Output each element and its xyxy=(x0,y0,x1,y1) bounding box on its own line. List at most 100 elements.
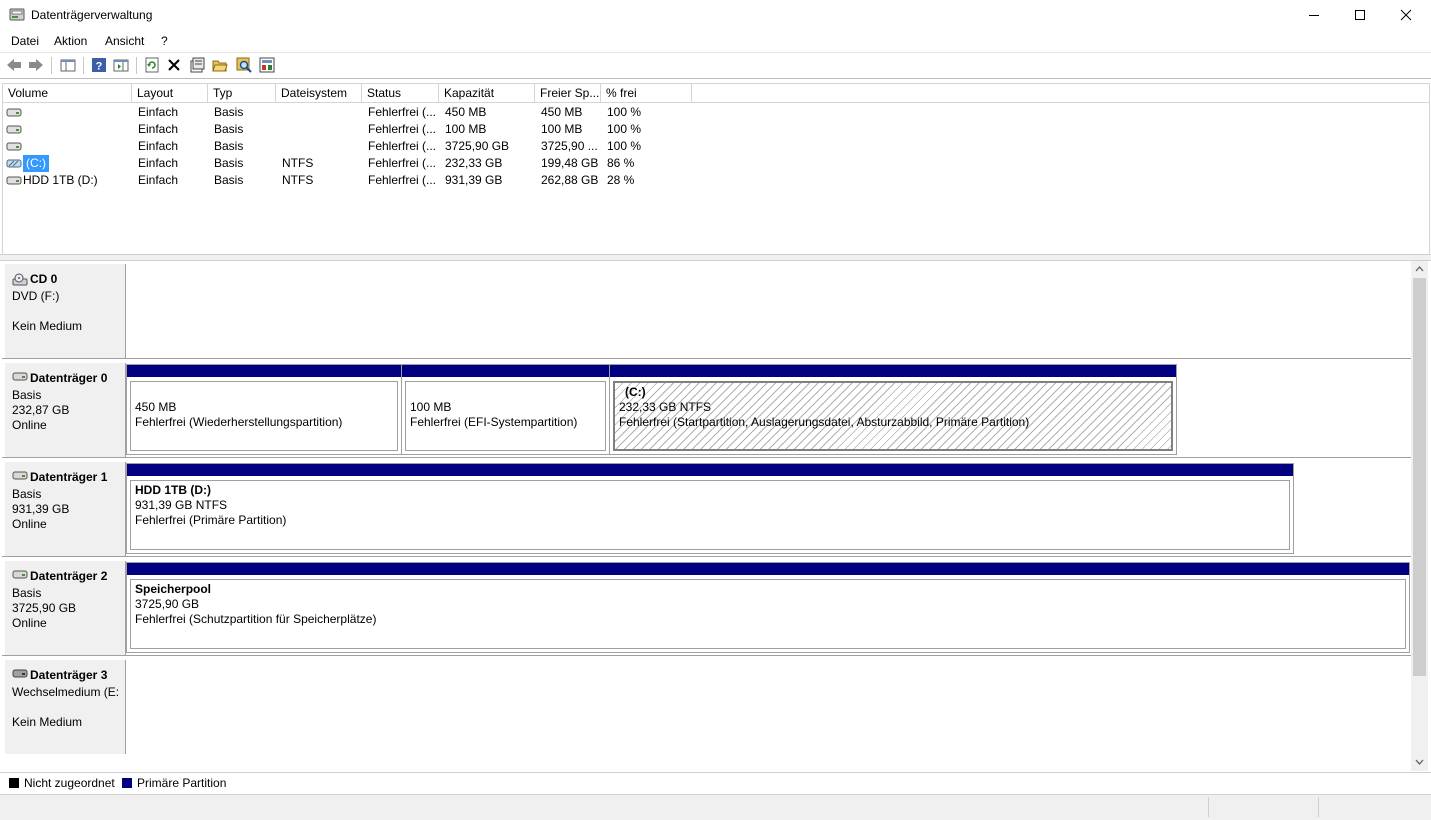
menu-help[interactable]: ? xyxy=(161,34,168,48)
legend-label-primary: Primäre Partition xyxy=(137,776,227,790)
maximize-button[interactable] xyxy=(1337,0,1383,30)
settings-button[interactable] xyxy=(258,56,276,74)
disk-label-disk3[interactable]: Datenträger 3 Wechselmedium (E: Kein Med… xyxy=(5,660,126,754)
svg-text:?: ? xyxy=(96,61,103,73)
show-hide-action-pane-icon xyxy=(113,59,129,72)
partition-recovery[interactable]: 450 MB Fehlerfrei (Wiederherstellungspar… xyxy=(127,365,402,454)
disk-status: Online xyxy=(12,418,47,432)
partition-size: 3725,90 GB xyxy=(135,597,200,611)
removable-disk-icon xyxy=(12,669,28,678)
cell-dateisystem: NTFS xyxy=(282,173,314,187)
back-button[interactable] xyxy=(5,56,23,74)
minimize-icon xyxy=(1309,15,1319,16)
cell-prozent-frei: 100 % xyxy=(607,139,642,153)
table-row[interactable]: (C:) Einfach Basis NTFS Fehlerfrei (... … xyxy=(3,155,1429,172)
back-icon xyxy=(7,59,21,71)
volume-icon xyxy=(6,108,22,117)
hard-disk-icon xyxy=(12,471,28,480)
cell-typ: Basis xyxy=(214,105,244,119)
cell-status: Fehlerfrei (... xyxy=(368,122,437,136)
refresh-button[interactable] xyxy=(143,56,161,74)
disk-label-disk1[interactable]: Datenträger 1 Basis 931,39 GB Online xyxy=(5,462,126,556)
table-row[interactable]: Einfach Basis Fehlerfrei (... 100 MB 100… xyxy=(3,121,1429,138)
help-button[interactable]: ? xyxy=(90,56,108,74)
partition-d[interactable]: HDD 1TB (D:) 931,39 GB NTFS Fehlerfrei (… xyxy=(127,464,1293,553)
forward-button[interactable] xyxy=(27,56,45,74)
column-header-prozent-frei[interactable]: % frei xyxy=(601,84,692,102)
column-header-dateisystem[interactable]: Dateisystem xyxy=(276,84,362,102)
disk-name: CD 0 xyxy=(30,272,58,286)
legend: Nicht zugeordnet Primäre Partition xyxy=(0,772,1431,793)
scroll-up-arrow-icon[interactable] xyxy=(1415,265,1424,272)
cell-volume: HDD 1TB (D:) xyxy=(23,173,98,187)
partition-strip: 450 MB Fehlerfrei (Wiederherstellungspar… xyxy=(126,364,1177,455)
table-row[interactable]: Einfach Basis Fehlerfrei (... 3725,90 GB… xyxy=(3,138,1429,155)
disk-size: 931,39 GB xyxy=(12,502,70,516)
cd-drive-icon xyxy=(12,273,28,286)
table-row[interactable]: HDD 1TB (D:) Einfach Basis NTFS Fehlerfr… xyxy=(3,172,1429,189)
show-hide-tree-button[interactable] xyxy=(59,56,77,74)
properties-icon xyxy=(190,57,205,73)
partition-efi[interactable]: 100 MB Fehlerfrei (EFI-Systempartition) xyxy=(402,365,610,454)
disk-label-disk0[interactable]: Datenträger 0 Basis 232,87 GB Online xyxy=(5,363,126,457)
cell-prozent-frei: 100 % xyxy=(607,122,642,136)
cell-kapazitaet: 232,33 GB xyxy=(445,156,503,170)
column-header-volume[interactable]: Volume xyxy=(3,84,132,102)
open-folder-icon xyxy=(212,60,228,72)
legend-swatch-primary xyxy=(122,778,132,788)
disk-row-disk0: Datenträger 0 Basis 232,87 GB Online 450… xyxy=(2,360,1411,458)
cell-layout: Einfach xyxy=(138,122,179,136)
menu-aktion[interactable]: Aktion xyxy=(54,34,87,48)
explore-icon xyxy=(236,57,252,73)
partition-name: Speicherpool xyxy=(135,582,212,596)
cell-layout: Einfach xyxy=(138,139,179,153)
graph-vertical-scrollbar[interactable] xyxy=(1411,261,1428,771)
column-header-layout[interactable]: Layout xyxy=(132,84,208,102)
open-button[interactable] xyxy=(211,56,229,74)
cell-layout: Einfach xyxy=(138,156,179,170)
close-button[interactable] xyxy=(1383,0,1429,30)
disk-label-disk2[interactable]: Datenträger 2 Basis 3725,90 GB Online xyxy=(5,561,126,655)
disk-name: Datenträger 2 xyxy=(30,569,108,583)
disk-row-disk3: Datenträger 3 Wechselmedium (E: Kein Med… xyxy=(2,657,1411,755)
column-header-typ[interactable]: Typ xyxy=(208,84,276,102)
pane-splitter[interactable] xyxy=(0,254,1431,261)
partition-strip: HDD 1TB (D:) 931,39 GB NTFS Fehlerfrei (… xyxy=(126,463,1294,554)
menu-ansicht[interactable]: Ansicht xyxy=(105,34,144,48)
disk-type: Basis xyxy=(12,586,42,600)
cell-kapazitaet: 931,39 GB xyxy=(445,173,503,187)
toolbar-separator xyxy=(83,57,84,74)
table-row[interactable]: Einfach Basis Fehlerfrei (... 450 MB 450… xyxy=(3,104,1429,121)
cell-freier-speicher: 450 MB xyxy=(541,105,583,119)
disk-name: Datenträger 3 xyxy=(30,668,108,682)
window-title: Datenträgerverwaltung xyxy=(31,8,153,22)
disk-name: Datenträger 1 xyxy=(30,470,108,484)
partition-c[interactable]: (C:) 232,33 GB NTFS Fehlerfrei (Startpar… xyxy=(610,365,1176,454)
partition-status: Fehlerfrei (Startpartition, Auslagerungs… xyxy=(619,415,1030,429)
explore-button[interactable] xyxy=(235,56,253,74)
cell-prozent-frei: 28 % xyxy=(607,173,635,187)
cell-volume: (C:) xyxy=(23,155,49,172)
disk-row-disk2: Datenträger 2 Basis 3725,90 GB Online Sp… xyxy=(2,558,1411,656)
delete-icon xyxy=(168,59,180,71)
scroll-thumb[interactable] xyxy=(1413,278,1426,676)
status-bar-separator xyxy=(1208,797,1209,817)
menu-datei[interactable]: Datei xyxy=(11,34,39,48)
settings-icon xyxy=(259,57,275,73)
delete-button[interactable] xyxy=(165,56,183,74)
disk-label-cd0[interactable]: CD 0 DVD (F:) Kein Medium xyxy=(5,264,126,358)
show-hide-action-pane-button[interactable] xyxy=(112,56,130,74)
column-header-kapazitaet[interactable]: Kapazität xyxy=(439,84,535,102)
properties-button[interactable] xyxy=(188,56,206,74)
minimize-button[interactable] xyxy=(1291,0,1337,30)
column-header-status[interactable]: Status xyxy=(362,84,439,102)
partition-status: Fehlerfrei (Schutzpartition für Speicher… xyxy=(135,612,377,626)
disk-row-disk1: Datenträger 1 Basis 931,39 GB Online HDD… xyxy=(2,459,1411,557)
show-hide-tree-icon xyxy=(60,59,76,72)
partition-size: 232,33 GB NTFS xyxy=(619,400,712,414)
column-header-freier-speicher[interactable]: Freier Sp... xyxy=(535,84,601,102)
help-icon: ? xyxy=(92,58,106,73)
close-icon xyxy=(1400,9,1412,21)
scroll-down-arrow-icon[interactable] xyxy=(1415,759,1424,766)
partition-storage-pool[interactable]: Speicherpool 3725,90 GB Fehlerfrei (Schu… xyxy=(127,563,1409,652)
